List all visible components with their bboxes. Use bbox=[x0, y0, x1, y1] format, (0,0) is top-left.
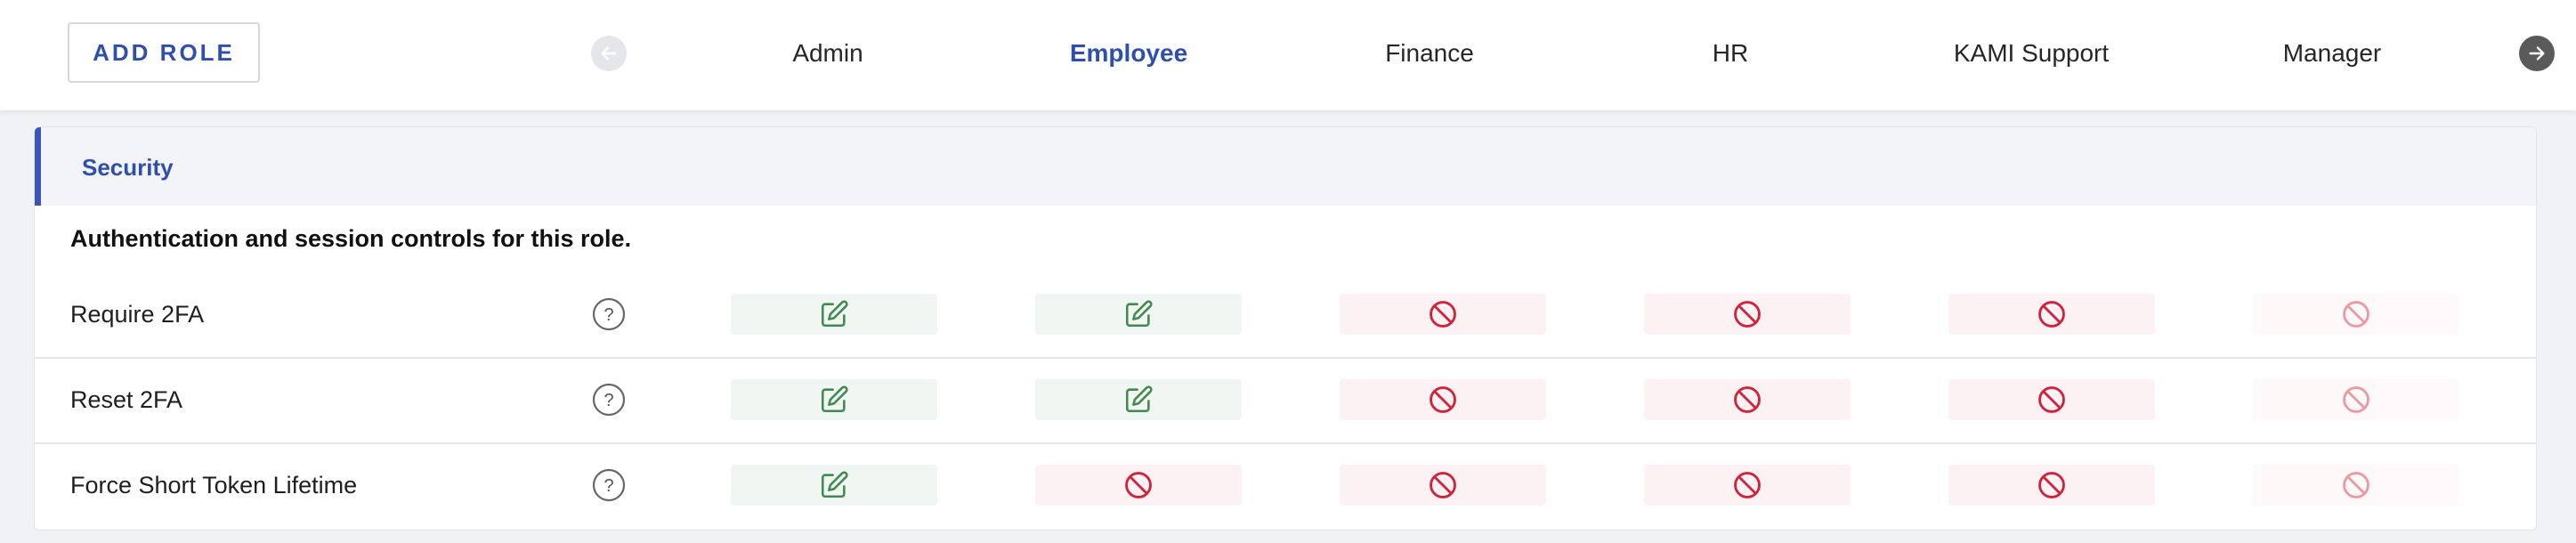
section-header: Security bbox=[35, 127, 2536, 206]
denied-icon bbox=[2038, 472, 2065, 498]
denied-icon bbox=[2038, 301, 2065, 328]
arrow-left-icon bbox=[601, 46, 617, 61]
role-tab-kami-support[interactable]: KAMI Support bbox=[1898, 27, 2165, 80]
roles-toolbar: ADD ROLE Admin Employee Finance HR KAMI … bbox=[0, 0, 2576, 110]
role-tab-finance[interactable]: Finance bbox=[1296, 27, 1563, 80]
role-tab-admin[interactable]: Admin bbox=[694, 27, 961, 80]
svg-text:?: ? bbox=[603, 391, 613, 410]
edit-icon bbox=[821, 300, 848, 328]
denied-icon bbox=[1734, 472, 1761, 498]
security-section: Security Authentication and session cont… bbox=[34, 126, 2537, 531]
permission-label: Reset 2FA bbox=[70, 385, 183, 413]
denied-icon bbox=[2343, 386, 2369, 413]
edit-icon bbox=[1125, 385, 1153, 413]
permission-cell-finance[interactable] bbox=[1340, 379, 1546, 420]
permission-label: Require 2FA bbox=[70, 300, 205, 328]
edit-icon bbox=[1125, 300, 1153, 328]
permission-cell-hr[interactable] bbox=[1644, 465, 1851, 506]
permission-cell-admin[interactable] bbox=[731, 379, 937, 420]
permission-cell-kami-support[interactable] bbox=[1948, 379, 2155, 420]
permission-cell-manager[interactable] bbox=[2253, 465, 2459, 506]
denied-icon bbox=[1430, 301, 1456, 328]
denied-icon bbox=[1734, 301, 1761, 328]
denied-icon bbox=[1125, 472, 1152, 498]
section-description: Authentication and session controls for … bbox=[70, 225, 632, 252]
denied-icon bbox=[1430, 472, 1456, 498]
permission-cell-employee[interactable] bbox=[1035, 294, 1242, 335]
permission-cell-admin[interactable] bbox=[731, 294, 937, 335]
role-tab-manager[interactable]: Manager bbox=[2199, 27, 2466, 80]
next-roles-button[interactable] bbox=[2519, 36, 2555, 71]
permission-cell-employee[interactable] bbox=[1035, 465, 1242, 506]
permission-cell-manager[interactable] bbox=[2253, 294, 2459, 335]
denied-icon bbox=[1430, 386, 1456, 413]
permission-row-require-2fa: Require 2FA ? bbox=[35, 272, 2536, 359]
previous-roles-button[interactable] bbox=[591, 36, 627, 71]
permission-row-force-short-token-lifetime: Force Short Token Lifetime ? bbox=[35, 442, 2536, 528]
permission-row-reset-2fa: Reset 2FA ? bbox=[35, 357, 2536, 444]
svg-text:?: ? bbox=[603, 305, 613, 325]
permission-cell-finance[interactable] bbox=[1340, 294, 1546, 335]
arrow-right-icon bbox=[2529, 46, 2545, 61]
permission-cell-hr[interactable] bbox=[1644, 379, 1851, 420]
denied-icon bbox=[2343, 472, 2369, 498]
help-icon[interactable]: ? bbox=[592, 468, 626, 502]
permission-cell-manager[interactable] bbox=[2253, 379, 2459, 420]
permission-cell-kami-support[interactable] bbox=[1948, 465, 2155, 506]
denied-icon bbox=[1734, 386, 1761, 413]
permission-cell-admin[interactable] bbox=[731, 465, 937, 506]
permission-cell-employee[interactable] bbox=[1035, 379, 1242, 420]
permission-cell-finance[interactable] bbox=[1340, 465, 1546, 506]
help-icon[interactable]: ? bbox=[592, 383, 626, 417]
permission-label: Force Short Token Lifetime bbox=[70, 471, 358, 498]
denied-icon bbox=[2038, 386, 2065, 413]
add-role-button[interactable]: ADD ROLE bbox=[68, 22, 260, 83]
svg-text:?: ? bbox=[603, 476, 613, 496]
edit-icon bbox=[821, 471, 848, 498]
permission-cell-kami-support[interactable] bbox=[1948, 294, 2155, 335]
edit-icon bbox=[821, 385, 848, 413]
role-tab-hr[interactable]: HR bbox=[1597, 27, 1864, 80]
help-icon[interactable]: ? bbox=[592, 297, 626, 331]
section-title: Security bbox=[82, 154, 174, 181]
permission-cell-hr[interactable] bbox=[1644, 294, 1851, 335]
role-tab-employee[interactable]: Employee bbox=[995, 27, 1262, 80]
denied-icon bbox=[2343, 301, 2369, 328]
